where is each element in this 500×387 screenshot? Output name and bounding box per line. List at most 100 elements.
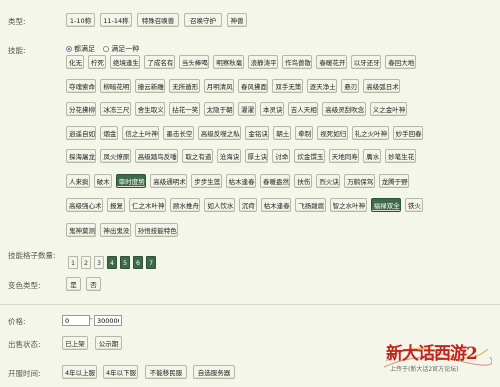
type-button[interactable]: 特殊召唤兽 (137, 13, 179, 27)
skill-button[interactable]: 拈花一笑 (169, 102, 200, 116)
skill-button[interactable]: 取之有道 (182, 149, 213, 163)
skill-button[interactable]: 扶伤 (294, 174, 313, 188)
skill-button[interactable]: 春暖盎然 (260, 174, 291, 188)
skill-button[interactable]: 龙腾于野 (378, 174, 409, 188)
slot-count-button[interactable]: 5 (120, 256, 130, 269)
skill-button[interactable]: 审时度势 (115, 174, 147, 188)
skill-button[interactable]: 步步生莲 (191, 174, 222, 188)
on-sale-button[interactable]: 已上架 (62, 336, 88, 350)
type-button[interactable]: 11-14称 (100, 13, 132, 27)
skill-button[interactable]: 墨击长空 (163, 126, 194, 140)
skill-button[interactable]: 化无 (66, 55, 84, 69)
skill-button[interactable]: 高级通明术 (150, 174, 188, 188)
skill-button[interactable]: 逍遥自如 (66, 126, 97, 140)
skill-button[interactable]: 智之水叶神 (329, 198, 367, 212)
skill-button[interactable]: 双手无策 (272, 79, 303, 93)
skill-button[interactable]: 本灵诀 (260, 102, 284, 116)
type-button[interactable]: 神兽 (227, 13, 247, 27)
server-over-4y-button[interactable]: 4年以上服 (62, 365, 97, 379)
type-button[interactable]: 召唤守护 (184, 13, 222, 27)
skill-button[interactable]: 以牙还牙 (350, 55, 382, 69)
skill-button[interactable]: 柠死 (88, 55, 106, 69)
skill-button[interactable]: 烈火诀 (316, 174, 341, 188)
slot-count-button[interactable]: 6 (133, 256, 143, 269)
skill-button[interactable]: 作鸟兽散 (282, 55, 313, 69)
skill-button[interactable]: 妙笔生花 (385, 149, 416, 163)
public-period-button[interactable]: 公示期 (95, 336, 122, 350)
skill-button[interactable]: 了成名有 (144, 55, 175, 69)
custom-server-button[interactable]: 自选服务器 (193, 365, 235, 379)
skill-button[interactable]: 舍生取义 (134, 102, 166, 116)
skill-button[interactable]: 炊金馔玉 (294, 149, 325, 163)
skill-button[interactable]: 太隐于朝 (203, 102, 234, 116)
skill-button[interactable]: 神出鬼没 (100, 223, 131, 237)
skill-button[interactable]: 春风拂面 (238, 79, 269, 93)
skill-button[interactable]: 高级强心术 (66, 198, 103, 212)
skill-button[interactable]: 冰冻三尺 (100, 102, 131, 116)
slot-count-button[interactable]: 1 (68, 256, 78, 269)
skill-button[interactable]: 探海屠龙 (66, 149, 97, 163)
price-min-input[interactable] (62, 315, 90, 326)
skill-button[interactable]: 仁之木叶神 (129, 198, 166, 212)
skill-button[interactable]: 明察秋毫 (213, 55, 244, 69)
skill-button[interactable]: 濯濯 (238, 102, 256, 116)
skill-button[interactable]: 万鹤保驾 (344, 174, 375, 188)
skill-button[interactable]: 高级灵刮吹念 (322, 102, 366, 116)
skill-button[interactable]: 撞云新雕 (134, 79, 166, 93)
skill-button[interactable]: 绝境逢生 (110, 55, 141, 69)
skill-button[interactable]: 高级弧日术 (363, 79, 401, 93)
skill-button[interactable]: 沉疴 (238, 198, 257, 212)
skill-button[interactable]: 枯木逢春 (260, 198, 292, 212)
skill-button[interactable]: 铁火 (405, 198, 423, 212)
skill-button[interactable]: 妙手回春 (392, 126, 423, 140)
type-button[interactable]: 1-10称 (66, 13, 95, 27)
skill-button[interactable]: 如人饮水 (204, 198, 235, 212)
skill-button[interactable]: 春回大地 (385, 55, 416, 69)
skill-button[interactable]: 信之土叶神 (122, 126, 160, 140)
skill-button[interactable]: 吉人天相 (287, 102, 319, 116)
no-migration-server-button[interactable]: 不能移民服 (145, 365, 187, 379)
skill-button[interactable]: 无所遁形 (169, 79, 200, 93)
skill-button[interactable]: 枯木逢春 (225, 174, 256, 188)
skill-button[interactable]: 逐天净土 (306, 79, 338, 93)
skill-button[interactable]: 孙悟技能特色 (134, 223, 179, 237)
slot-count-button[interactable]: 2 (81, 256, 91, 269)
skill-button[interactable]: 悬刃 (341, 79, 360, 93)
skill-mode-all[interactable]: 都满足 (66, 45, 95, 53)
skill-button[interactable]: 沧海诀 (216, 149, 241, 163)
skill-button[interactable]: 礼之火叶神 (351, 126, 389, 140)
skill-button[interactable]: 鬼神莫测 (66, 223, 97, 237)
price-max-input[interactable] (94, 315, 122, 326)
skill-button[interactable]: 烟金 (100, 126, 119, 140)
skill-button[interactable]: 福禄双全 (370, 198, 401, 212)
server-under-4y-button[interactable]: 4年以下服 (103, 365, 138, 379)
skill-button[interactable]: 破木 (93, 174, 112, 188)
skill-button[interactable]: 分花拂柳 (66, 102, 97, 116)
skill-button[interactable]: 凤火燎原 (100, 149, 131, 163)
slot-count-button[interactable]: 3 (94, 256, 104, 269)
skill-button[interactable]: 膺水 (363, 149, 382, 163)
slot-count-button[interactable]: 4 (107, 256, 117, 269)
skill-button[interactable]: 厚土诀 (244, 149, 269, 163)
skill-button[interactable]: 天地同寿 (328, 149, 360, 163)
skill-button[interactable]: 春暖花开 (316, 55, 347, 69)
skill-button[interactable]: 浪静涛平 (247, 55, 278, 69)
skill-button[interactable]: 视死如归 (317, 126, 348, 140)
skill-button[interactable]: 义之金叶神 (369, 102, 407, 116)
skill-button[interactable]: 人来疯 (66, 174, 90, 188)
skill-button[interactable]: 朝土 (273, 126, 292, 140)
skill-button[interactable]: 高级反噬之私 (197, 126, 242, 140)
skill-button[interactable]: 金铭诀 (245, 126, 270, 140)
variant-no-button[interactable]: 否 (86, 277, 101, 291)
slot-count-button[interactable]: 7 (146, 256, 156, 269)
skill-button[interactable]: 夺魂索命 (66, 79, 97, 93)
skill-mode-any[interactable]: 满足一种 (103, 45, 139, 53)
skill-button[interactable]: 月明清风 (203, 79, 234, 93)
skill-button[interactable]: 高级踏鸟反唾 (134, 149, 179, 163)
skill-button[interactable]: 当头棒喝 (178, 55, 210, 69)
skill-button[interactable]: 柳暗花明 (100, 79, 131, 93)
skill-button[interactable]: 讨命 (272, 149, 291, 163)
skill-button[interactable]: 牵制 (295, 126, 314, 140)
skill-button[interactable]: 飞扬跋扈 (295, 198, 326, 212)
skill-button[interactable]: 报复 (107, 198, 125, 212)
